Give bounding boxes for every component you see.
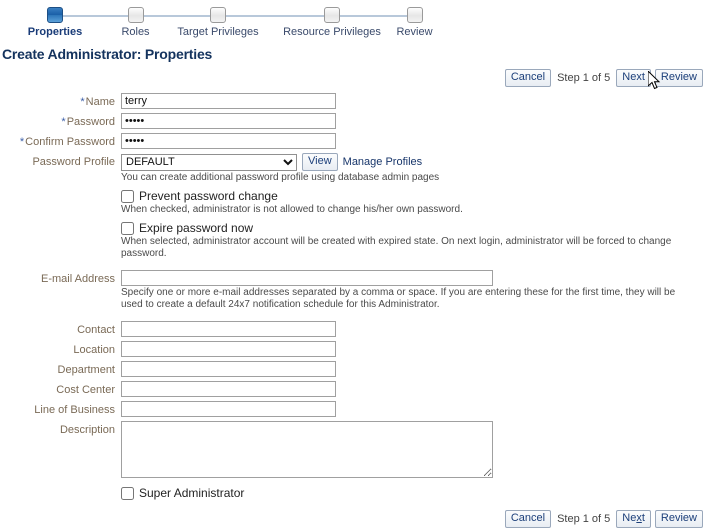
department-label: Department xyxy=(0,361,121,376)
train-stop-review[interactable]: Review xyxy=(389,0,440,38)
description-textarea[interactable] xyxy=(121,421,493,478)
form-row-name: *Name xyxy=(0,93,711,109)
prevent-password-change-label[interactable]: Prevent password change xyxy=(139,189,278,203)
form-row-password: *Password xyxy=(0,113,711,129)
password-profile-field-wrap: DEFAULT View Manage Profiles You can cre… xyxy=(121,153,711,260)
department-field-wrap xyxy=(121,361,711,377)
super-administrator-label[interactable]: Super Administrator xyxy=(139,486,244,500)
train-stop-label: Resource Privileges xyxy=(275,26,389,38)
train-stop-resource-privileges[interactable]: Resource Privileges xyxy=(275,0,389,38)
manage-profiles-link[interactable]: Manage Profiles xyxy=(343,156,423,168)
contact-input[interactable] xyxy=(121,321,336,337)
cancel-button-top[interactable]: Cancel xyxy=(505,69,551,87)
prevent-password-change-hint: When checked, administrator is not allow… xyxy=(121,204,681,216)
expire-password-now-row: Expire password now xyxy=(121,221,711,235)
password-profile-select[interactable]: DEFAULT xyxy=(121,154,297,171)
next-label-prefix: Ne xyxy=(622,512,636,524)
form-row-department: Department xyxy=(0,361,711,377)
password-field-wrap xyxy=(121,113,711,129)
department-input[interactable] xyxy=(121,361,336,377)
form-row-description: Description Super Administrator xyxy=(0,421,711,500)
top-button-bar: Cancel Step 1 of 5 Next Review xyxy=(0,67,711,89)
form-row-email: E-mail Address Specify one or more e-mai… xyxy=(0,270,711,311)
expire-password-now-label[interactable]: Expire password now xyxy=(139,221,253,235)
train-node-icon xyxy=(407,7,423,23)
next-button-bottom[interactable]: Next xyxy=(616,510,651,528)
train-node-icon xyxy=(324,7,340,23)
description-label: Description xyxy=(0,421,121,436)
password-profile-hint: You can create additional password profi… xyxy=(121,172,681,184)
expire-password-now-checkbox[interactable] xyxy=(121,222,134,235)
step-indicator-bottom: Step 1 of 5 xyxy=(551,513,616,525)
email-input[interactable] xyxy=(121,270,493,286)
wizard-train: Properties Roles Target Privileges Resou… xyxy=(0,0,711,44)
expire-password-now-hint: When selected, administrator account wil… xyxy=(121,236,681,260)
view-profile-button[interactable]: View xyxy=(302,153,338,171)
train-stop-list: Properties Roles Target Privileges Resou… xyxy=(0,0,440,38)
prevent-password-change-row: Prevent password change xyxy=(121,189,711,203)
super-administrator-row: Super Administrator xyxy=(121,486,711,500)
super-administrator-checkbox[interactable] xyxy=(121,487,134,500)
line-of-business-input[interactable] xyxy=(121,401,336,417)
cancel-button-bottom[interactable]: Cancel xyxy=(505,510,551,528)
line-of-business-label: Line of Business xyxy=(0,401,121,416)
review-button-top[interactable]: Review xyxy=(655,69,703,87)
name-input[interactable] xyxy=(121,93,336,109)
email-field-wrap: Specify one or more e-mail addresses sep… xyxy=(121,270,711,311)
form-row-location: Location xyxy=(0,341,711,357)
train-stop-label: Properties xyxy=(0,26,110,38)
password-profile-label: Password Profile xyxy=(0,153,121,168)
confirm-password-input[interactable] xyxy=(121,133,336,149)
password-label: *Password xyxy=(0,113,121,128)
train-stop-label: Target Privileges xyxy=(161,26,275,38)
form-row-cost-center: Cost Center xyxy=(0,381,711,397)
train-node-icon xyxy=(47,7,63,23)
name-label: *Name xyxy=(0,93,121,108)
location-field-wrap xyxy=(121,341,711,357)
train-stop-label: Roles xyxy=(110,26,161,38)
contact-label: Contact xyxy=(0,321,121,336)
name-field-wrap xyxy=(121,93,711,109)
password-input[interactable] xyxy=(121,113,336,129)
contact-field-wrap xyxy=(121,321,711,337)
page-title: Create Administrator: Properties xyxy=(2,46,711,62)
train-node-icon xyxy=(128,7,144,23)
review-button-bottom[interactable]: Review xyxy=(655,510,703,528)
train-stop-label: Review xyxy=(389,26,440,38)
next-label-suffix: t xyxy=(642,512,645,524)
form-row-contact: Contact xyxy=(0,321,711,337)
line-of-business-field-wrap xyxy=(121,401,711,417)
password-profile-controls: DEFAULT View Manage Profiles xyxy=(121,153,711,171)
form-row-confirm-password: *Confirm Password xyxy=(0,133,711,149)
location-input[interactable] xyxy=(121,341,336,357)
train-node-icon xyxy=(210,7,226,23)
create-administrator-form: *Name *Password *Confirm Password Passwo… xyxy=(0,93,711,500)
cost-center-label: Cost Center xyxy=(0,381,121,396)
step-indicator-top: Step 1 of 5 xyxy=(551,72,616,84)
form-row-password-profile: Password Profile DEFAULT View Manage Pro… xyxy=(0,153,711,260)
cost-center-field-wrap xyxy=(121,381,711,397)
train-stop-roles[interactable]: Roles xyxy=(110,0,161,38)
form-row-line-of-business: Line of Business xyxy=(0,401,711,417)
confirm-password-label: *Confirm Password xyxy=(0,133,121,148)
bottom-button-bar: Cancel Step 1 of 5 Next Review xyxy=(0,508,711,530)
next-button-top[interactable]: Next xyxy=(616,69,651,87)
email-hint: Specify one or more e-mail addresses sep… xyxy=(121,287,681,311)
train-stop-properties[interactable]: Properties xyxy=(0,0,110,38)
prevent-password-change-checkbox[interactable] xyxy=(121,190,134,203)
location-label: Location xyxy=(0,341,121,356)
description-field-wrap: Super Administrator xyxy=(121,421,711,500)
confirm-password-field-wrap xyxy=(121,133,711,149)
train-stop-target-privileges[interactable]: Target Privileges xyxy=(161,0,275,38)
cost-center-input[interactable] xyxy=(121,381,336,397)
email-label: E-mail Address xyxy=(0,270,121,285)
